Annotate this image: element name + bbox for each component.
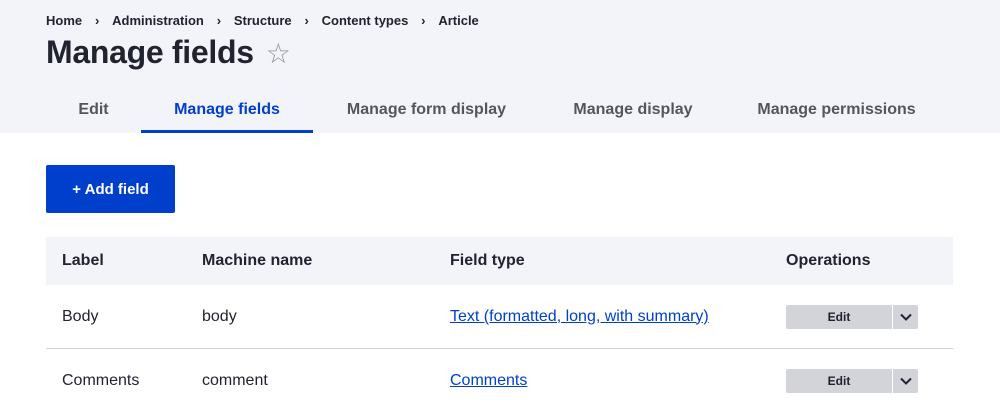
edit-button[interactable]: Edit: [786, 369, 892, 393]
tab-manage-display[interactable]: Manage display: [540, 86, 726, 133]
breadcrumb-home[interactable]: Home: [46, 13, 82, 28]
page-header: Home › Administration › Structure › Cont…: [0, 0, 1000, 133]
star-outline-icon[interactable]: ☆: [266, 39, 291, 68]
breadcrumb-content-types[interactable]: Content types: [322, 13, 409, 28]
breadcrumb: Home › Administration › Structure › Cont…: [46, 13, 479, 28]
page-title: Manage fields: [46, 34, 254, 70]
operations-dropbutton: Edit: [786, 369, 918, 393]
chevron-down-icon: [899, 377, 912, 385]
table-row: Comments comment Comments Edit: [46, 349, 953, 413]
edit-button[interactable]: Edit: [786, 304, 892, 329]
operations-dropbutton: Edit: [786, 304, 918, 329]
breadcrumb-separator: ›: [94, 13, 100, 28]
field-type-link[interactable]: Comments: [450, 372, 527, 390]
header-field-type: Field type: [450, 252, 525, 269]
field-label: Comments: [62, 372, 140, 389]
table-header: Label Machine name Field type Operations: [46, 237, 953, 285]
header-operations: Operations: [786, 252, 871, 269]
tab-edit[interactable]: Edit: [46, 86, 141, 133]
table-row: Body body Text (formatted, long, with su…: [46, 285, 953, 349]
header-machine-name: Machine name: [202, 252, 313, 269]
operations-toggle-button[interactable]: [892, 304, 918, 329]
tab-manage-form-display[interactable]: Manage form display: [313, 86, 540, 133]
add-field-button[interactable]: + Add field: [46, 165, 175, 213]
breadcrumb-separator: ›: [304, 13, 309, 28]
breadcrumb-structure[interactable]: Structure: [234, 13, 292, 28]
title-row: Manage fields ☆: [46, 34, 291, 71]
fields-table: Label Machine name Field type Operations…: [46, 237, 953, 413]
tab-manage-permissions[interactable]: Manage permissions: [726, 86, 947, 133]
field-machine-name: body: [202, 307, 237, 325]
breadcrumb-separator: ›: [216, 13, 222, 28]
field-machine-name: comment: [202, 372, 268, 389]
breadcrumb-administration[interactable]: Administration: [112, 13, 204, 28]
breadcrumb-separator: ›: [421, 13, 426, 28]
tab-manage-fields[interactable]: Manage fields: [141, 86, 313, 133]
breadcrumb-article[interactable]: Article: [438, 13, 478, 28]
field-label: Body: [62, 307, 99, 325]
chevron-down-icon: [899, 313, 912, 321]
tab-bar: Edit Manage fields Manage form display M…: [46, 86, 947, 133]
header-label: Label: [62, 252, 104, 269]
field-type-link[interactable]: Text (formatted, long, with summary): [450, 308, 709, 326]
operations-toggle-button[interactable]: [892, 369, 918, 393]
